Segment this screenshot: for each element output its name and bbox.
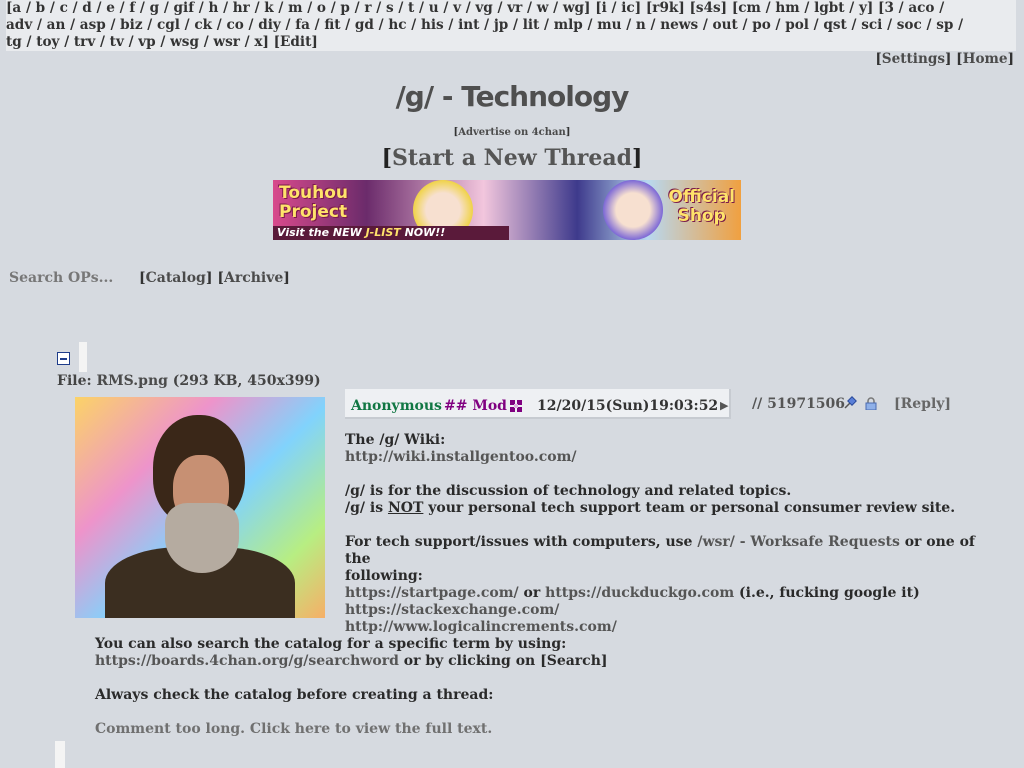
logicalincrements-link[interactable]: http://www.logicalincrements.com/ bbox=[345, 619, 617, 635]
post-number[interactable]: // 51971506 bbox=[752, 396, 845, 412]
post-message-continued: You can also search the catalog for a sp… bbox=[95, 636, 975, 738]
board-nav-line-2[interactable]: adv / an / asp / biz / cgl / ck / co / d… bbox=[6, 17, 1016, 34]
banner-title-left: Touhou Project bbox=[279, 184, 348, 222]
moderator-icon bbox=[510, 400, 522, 412]
startpage-link[interactable]: https://startpage.com/ bbox=[345, 585, 519, 601]
catalog-link[interactable]: Catalog bbox=[146, 270, 206, 286]
file-link[interactable]: RMS.png bbox=[97, 373, 168, 389]
post-date: 12/20/15(Sun)19:03:52 bbox=[537, 398, 719, 414]
banner-text: Official bbox=[668, 187, 735, 207]
archive-link[interactable]: Archive bbox=[224, 270, 283, 286]
duckduckgo-link[interactable]: https://duckduckgo.com bbox=[545, 585, 734, 601]
not-emphasis: NOT bbox=[387, 500, 424, 516]
stackexchange-link[interactable]: https://stackexchange.com/ bbox=[345, 602, 559, 618]
or-text: or bbox=[518, 585, 546, 601]
support-text: For tech support/issues with computers, … bbox=[345, 534, 698, 550]
post-info-bar: Anonymous ## Mod 12/20/15(Sun)19:03:52 ▶ bbox=[345, 389, 731, 419]
file-meta: (293 KB, 450x399) bbox=[167, 373, 321, 389]
banner-strip: Visit the NEW J-LIST NOW!! bbox=[273, 226, 509, 240]
banner-text: Project bbox=[279, 202, 348, 222]
sticky-pin-icon bbox=[844, 396, 857, 409]
wiki-heading: The /g/ Wiki: bbox=[345, 432, 446, 448]
start-thread-button[interactable]: Start a New Thread bbox=[392, 145, 632, 171]
advertise-link-wrap: [Advertise on 4chan] bbox=[453, 127, 571, 138]
comment-too-long-link[interactable]: Comment too long. Click here to view the… bbox=[95, 721, 975, 738]
catalog-search-text: You can also search the catalog for a sp… bbox=[95, 636, 567, 652]
catalog-search-text: or by clicking on [Search] bbox=[398, 653, 608, 669]
banner-text: Shop bbox=[677, 206, 726, 226]
hide-thread-button[interactable] bbox=[57, 352, 70, 365]
reply-link[interactable]: [Reply] bbox=[894, 396, 951, 412]
catalog-archive-links: [Catalog] [Archive] bbox=[139, 270, 290, 286]
post-message: The /g/ Wiki: http://wiki.installgentoo.… bbox=[345, 432, 985, 636]
file-info: File: RMS.png (293 KB, 450x399) bbox=[57, 373, 321, 389]
thumb-shape bbox=[165, 503, 239, 573]
board-nav-line-1[interactable]: [a / b / c / d / e / f / g / gif / h / h… bbox=[6, 0, 1016, 17]
wsr-link[interactable]: /wsr/ - Worksafe Requests bbox=[697, 534, 900, 550]
always-check-text: Always check the catalog before creating… bbox=[95, 687, 494, 703]
board-title: /g/ - Technology bbox=[395, 80, 630, 113]
banner-character-right bbox=[603, 180, 663, 240]
board-navigation: [a / b / c / d / e / f / g / gif / h / h… bbox=[6, 0, 1016, 51]
banner-text: Touhou bbox=[279, 183, 349, 203]
poster-name: Anonymous bbox=[351, 398, 442, 414]
advertise-link[interactable]: Advertise on 4chan bbox=[458, 127, 566, 138]
banner-strip-highlight: J-LIST bbox=[365, 226, 401, 239]
settings-link[interactable]: Settings bbox=[882, 51, 945, 67]
desc-line-1: /g/ is for the discussion of technology … bbox=[345, 483, 792, 499]
capcode: ## Mod bbox=[444, 398, 507, 414]
catalog-search-link[interactable]: https://boards.4chan.org/g/searchword bbox=[95, 653, 399, 669]
board-nav-line-3[interactable]: tg / toy / trv / tv / vp / wsg / wsr / x… bbox=[6, 34, 1016, 51]
desc-text: your personal tech support team or perso… bbox=[423, 500, 956, 516]
banner-title-right: Official Shop bbox=[668, 188, 735, 226]
top-right-links: [Settings] [Home] bbox=[875, 51, 1014, 67]
scroll-marker bbox=[79, 342, 87, 372]
post-menu-arrow-icon[interactable]: ▶ bbox=[720, 399, 728, 412]
search-ops-input[interactable]: Search OPs... bbox=[9, 270, 113, 286]
banner-ad[interactable]: Touhou Project Official Shop Visit the N… bbox=[273, 180, 741, 240]
post-image-thumbnail[interactable] bbox=[75, 397, 325, 618]
closed-lock-icon bbox=[865, 397, 877, 410]
start-thread-wrap: [Start a New Thread] bbox=[381, 145, 643, 171]
wiki-link[interactable]: http://wiki.installgentoo.com/ bbox=[345, 449, 577, 465]
banner-strip-text: Visit the NEW bbox=[277, 226, 366, 239]
support-text: following: bbox=[345, 568, 423, 584]
home-link[interactable]: Home bbox=[963, 51, 1008, 67]
google-note: (i.e., fucking google it) bbox=[734, 585, 920, 601]
banner-strip-text: NOW!! bbox=[400, 226, 446, 239]
scroll-marker bbox=[55, 741, 65, 768]
desc-text: /g/ is bbox=[345, 500, 388, 516]
file-label: File: bbox=[57, 373, 97, 389]
